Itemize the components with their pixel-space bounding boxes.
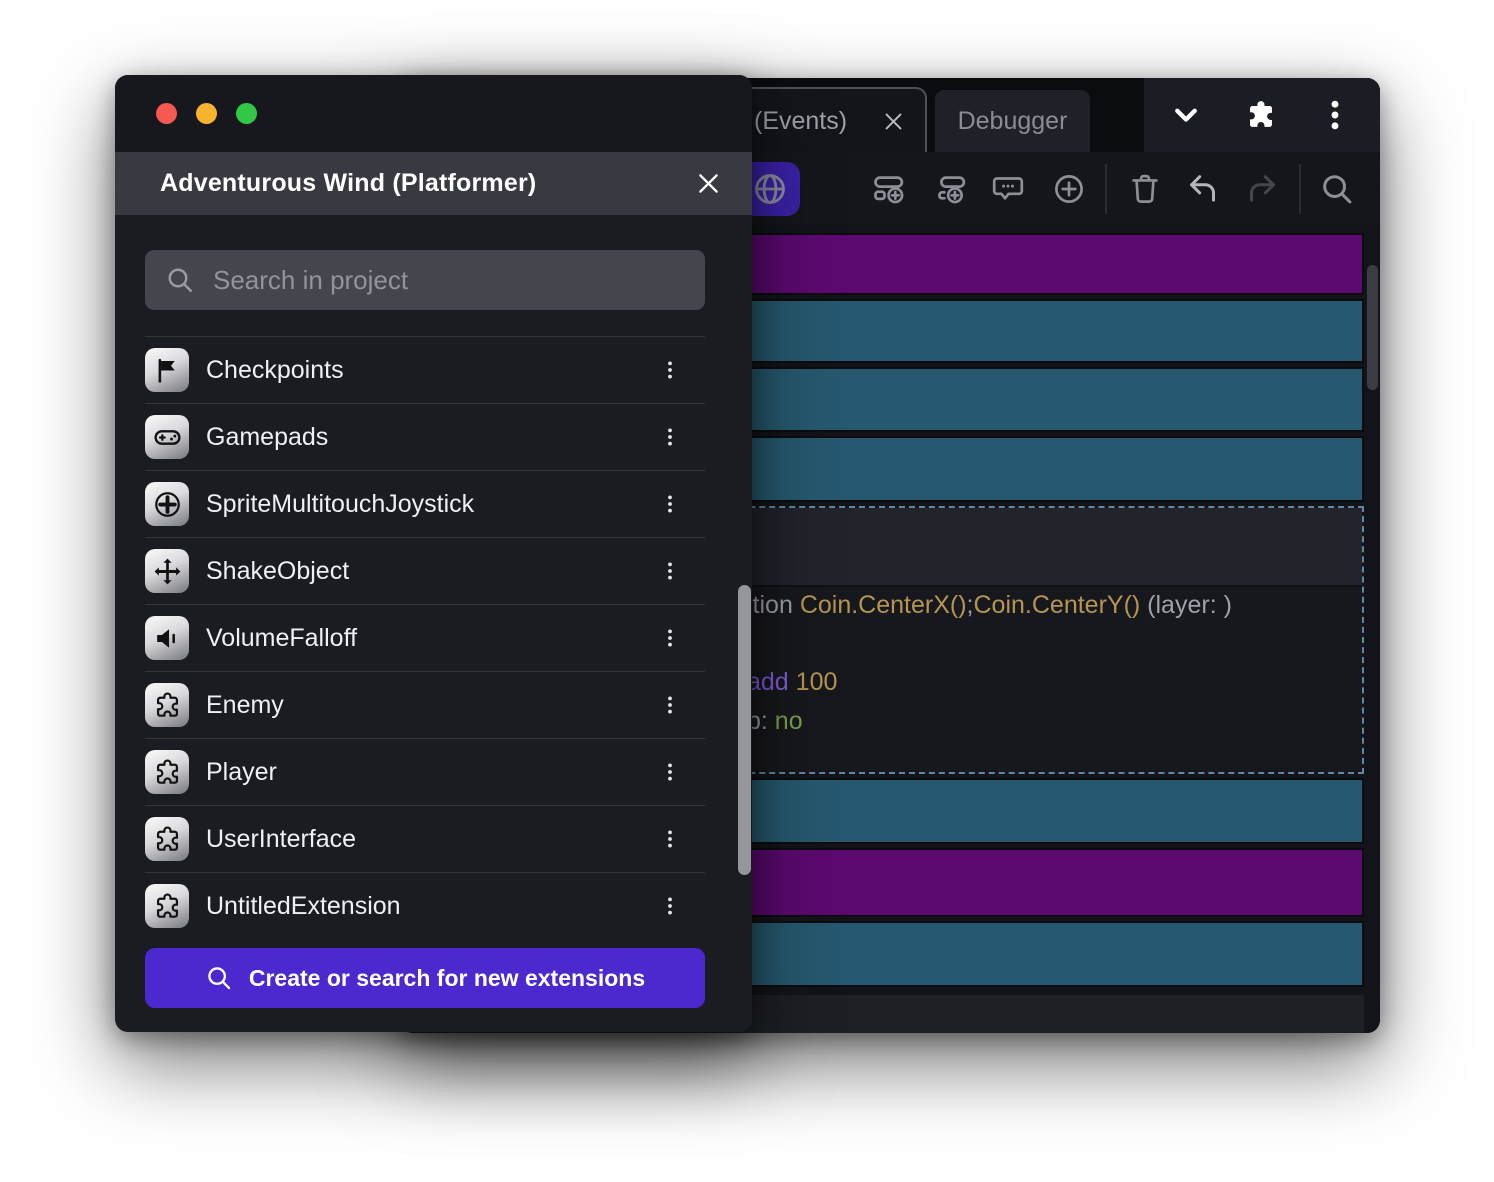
puzzle-icon — [145, 884, 189, 928]
extension-label: Gamepads — [206, 423, 328, 452]
project-search-box[interactable] — [145, 250, 705, 310]
code-token: ; — [967, 591, 974, 619]
item-menu-button[interactable] — [657, 824, 683, 854]
code-token: ition — [747, 591, 800, 619]
puzzle-icon — [145, 683, 189, 727]
item-menu-button[interactable] — [657, 422, 683, 452]
zoom-button[interactable] — [236, 103, 257, 124]
add-button[interactable] — [1051, 171, 1087, 207]
extension-item[interactable]: Checkpoints — [145, 336, 705, 403]
dots-vertical-icon[interactable] — [1317, 97, 1353, 133]
search-events-button[interactable] — [1319, 171, 1355, 207]
extension-label: UntitledExtension — [206, 892, 401, 921]
extension-label: VolumeFalloff — [206, 624, 357, 653]
code-token: 100 — [789, 668, 838, 696]
item-menu-button[interactable] — [657, 623, 683, 653]
joystick-icon — [145, 482, 189, 526]
speaker-icon — [145, 616, 189, 660]
item-menu-button[interactable] — [657, 556, 683, 586]
delete-button[interactable] — [1127, 171, 1163, 207]
search-icon — [205, 964, 233, 992]
flag-icon — [145, 348, 189, 392]
extension-label: UserInterface — [206, 825, 356, 854]
undo-button[interactable] — [1185, 171, 1221, 207]
puzzle-icon — [145, 817, 189, 861]
extension-item[interactable]: UntitledExtension — [145, 872, 705, 939]
globe-icon — [751, 170, 789, 208]
panel-header: Adventurous Wind (Platformer) — [115, 152, 752, 215]
item-menu-button[interactable] — [657, 355, 683, 385]
tab-debugger[interactable]: Debugger — [935, 90, 1090, 152]
extension-label: SpriteMultitouchJoystick — [206, 490, 474, 519]
add-event-button[interactable] — [871, 171, 907, 207]
project-search-input[interactable] — [211, 264, 685, 297]
puzzle-icon — [145, 750, 189, 794]
item-menu-button[interactable] — [657, 757, 683, 787]
event-action-text[interactable]: ition Coin.CenterX();Coin.CenterY() (lay… — [747, 591, 1232, 620]
window-controls — [1144, 78, 1380, 152]
create-extension-label: Create or search for new extensions — [249, 965, 645, 992]
tab-debugger-label: Debugger — [958, 107, 1068, 136]
redo-button[interactable] — [1244, 171, 1280, 207]
code-token: Coin.CenterY() — [974, 591, 1141, 619]
add-subevent-button[interactable] — [933, 171, 969, 207]
extension-label: Player — [206, 758, 277, 787]
events-scrollbar[interactable] — [1367, 265, 1378, 390]
toolbar-divider — [1105, 164, 1107, 214]
chevron-down-icon[interactable] — [1168, 97, 1204, 133]
event-action-text[interactable]: add 100 — [747, 668, 837, 697]
code-token: Coin.CenterX() — [800, 591, 967, 619]
extensions-list: Checkpoints Gamepads SpriteMultitouchJoyst… — [145, 336, 705, 939]
extension-item[interactable]: UserInterface — [145, 805, 705, 872]
extension-item[interactable]: SpriteMultitouchJoystick — [145, 470, 705, 537]
extension-label: Enemy — [206, 691, 284, 720]
panel-titlebar — [115, 75, 752, 152]
event-action-text[interactable]: p: no — [747, 707, 803, 736]
extension-item[interactable]: VolumeFalloff — [145, 604, 705, 671]
add-comment-button[interactable] — [990, 171, 1026, 207]
extension-label: ShakeObject — [206, 557, 349, 586]
close-panel-icon[interactable] — [695, 170, 722, 197]
extension-label: Checkpoints — [206, 356, 344, 385]
create-extension-button[interactable]: Create or search for new extensions — [145, 948, 705, 1008]
extension-item[interactable]: ShakeObject — [145, 537, 705, 604]
move-icon — [145, 549, 189, 593]
toolbar-divider — [1299, 164, 1301, 214]
close-tab-icon[interactable] — [882, 110, 905, 133]
search-icon — [165, 265, 195, 295]
extension-item[interactable]: Enemy — [145, 671, 705, 738]
project-title: Adventurous Wind (Platformer) — [160, 169, 536, 198]
minimize-button[interactable] — [196, 103, 217, 124]
extension-item[interactable]: Gamepads — [145, 403, 705, 470]
code-token: (layer: ) — [1140, 591, 1232, 619]
close-button[interactable] — [156, 103, 177, 124]
extensions-puzzle-icon[interactable] — [1243, 97, 1279, 133]
item-menu-button[interactable] — [657, 891, 683, 921]
extension-item[interactable]: Player — [145, 738, 705, 805]
code-token: no — [775, 707, 803, 735]
item-menu-button[interactable] — [657, 489, 683, 519]
gamepad-icon — [145, 415, 189, 459]
code-token: add — [747, 668, 789, 696]
project-manager-window: Adventurous Wind (Platformer) Checkpoint… — [115, 75, 752, 1032]
item-menu-button[interactable] — [657, 690, 683, 720]
tab-events-label: (Events) — [754, 107, 847, 136]
panel-scrollbar[interactable] — [738, 585, 751, 875]
